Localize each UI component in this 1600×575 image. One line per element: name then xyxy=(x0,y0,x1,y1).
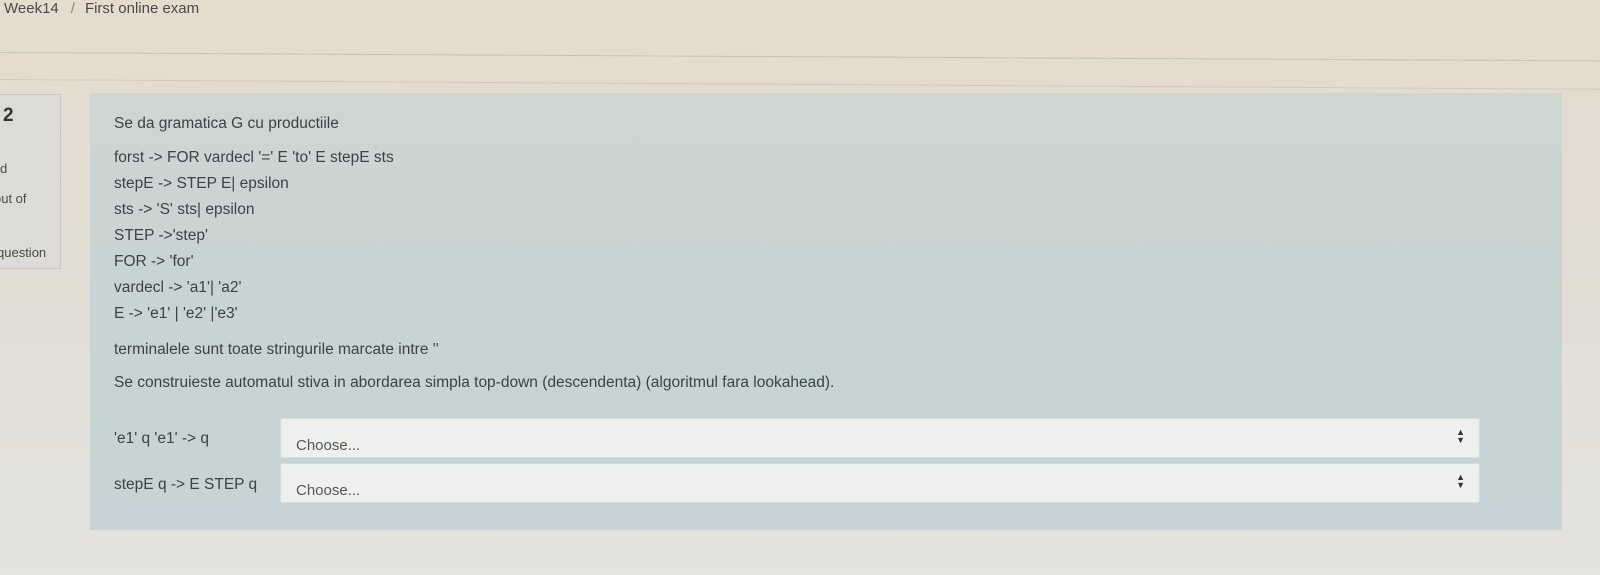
production-rule: sts -> 'S' sts| epsilon xyxy=(114,201,255,218)
production-rule: vardecl -> 'a1'| 'a2' xyxy=(114,279,242,296)
breadcrumb-week-link[interactable]: Week14 xyxy=(4,0,59,17)
answer-row: stepE q -> E STEP q Choose... ▲ ▼ xyxy=(90,463,1562,503)
production-rule: E -> 'e1' | 'e2' |'e3' xyxy=(114,305,238,322)
divider xyxy=(0,79,1600,90)
select-value: Choose... xyxy=(296,482,361,499)
question-number: 2 xyxy=(3,105,14,126)
breadcrumb-separator: / xyxy=(70,0,75,17)
flag-question-link[interactable]: question xyxy=(0,245,46,260)
breadcrumb-current-page: First online exam xyxy=(84,0,200,17)
production-rule: stepE -> STEP E| epsilon xyxy=(114,175,289,192)
divider xyxy=(0,52,1600,62)
question-info-panel: 2 d out of question xyxy=(0,94,61,269)
answer-label: 'e1' q 'e1' -> q xyxy=(114,430,209,447)
sort-arrows-icon: ▲ ▼ xyxy=(1456,427,1465,445)
terminals-note: terminalele sunt toate stringurile marca… xyxy=(114,341,439,358)
production-rule: STEP ->'step' xyxy=(114,227,208,244)
production-rule: forst -> FOR vardecl '=' E 'to' E stepE … xyxy=(114,149,394,166)
answer-select[interactable]: Choose... ▲ ▼ xyxy=(280,418,1480,458)
construction-note: Se construieste automatul stiva in abord… xyxy=(114,374,835,391)
select-value: Choose... xyxy=(296,437,361,454)
question-state: d xyxy=(0,161,8,176)
answer-row: 'e1' q 'e1' -> q Choose... ▲ ▼ xyxy=(90,418,1562,458)
production-rule: FOR -> 'for' xyxy=(114,253,194,270)
answer-label: stepE q -> E STEP q xyxy=(114,476,258,493)
question-mark: out of xyxy=(0,191,27,206)
sort-arrows-icon: ▲ ▼ xyxy=(1456,472,1465,490)
answer-select[interactable]: Choose... ▲ ▼ xyxy=(280,463,1480,503)
breadcrumb: Week14 / First online exam xyxy=(4,0,199,17)
question-intro: Se da gramatica G cu productiile xyxy=(114,115,339,132)
question-content: Se da gramatica G cu productiile forst -… xyxy=(90,93,1562,530)
